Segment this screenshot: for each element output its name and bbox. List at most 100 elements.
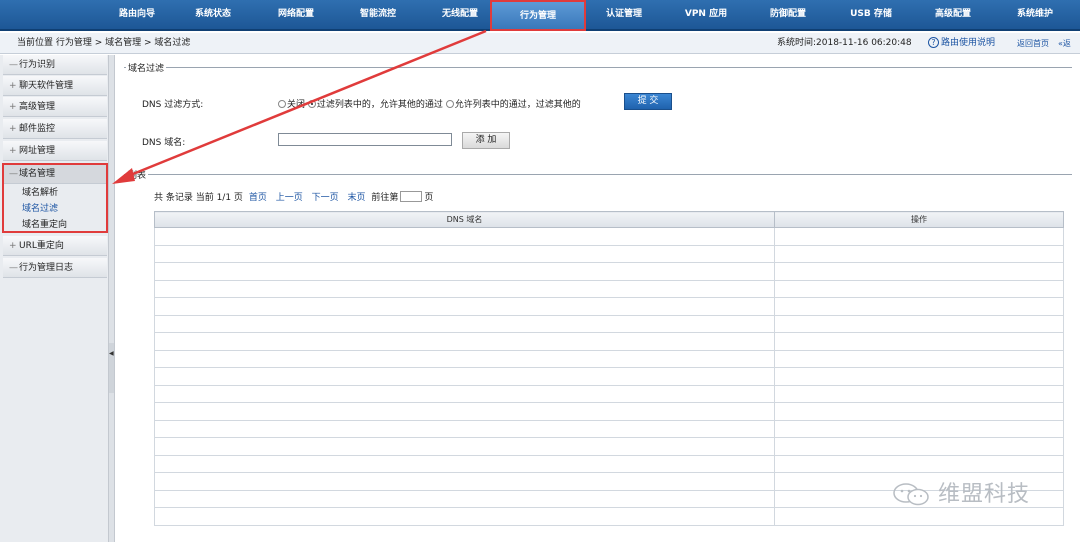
radio-whitelist-circle[interactable] (445, 100, 454, 108)
nav-item-network[interactable]: 网络配置 (254, 0, 338, 31)
watermark-text: 维盟科技 (938, 482, 1031, 507)
radio-blacklist-label: 过滤列表中的，允许其他的通过 (316, 100, 443, 110)
table-cell-dns (154, 454, 775, 473)
table-row (154, 227, 1064, 246)
table-cell-dns (154, 489, 775, 508)
collapse-arrow-icon[interactable]: ◀ (109, 350, 114, 357)
sidebar-group-label: 网址管理 (19, 146, 56, 156)
sidebar-group-url[interactable]: + 网址管理 (3, 141, 107, 161)
table-row (154, 262, 1064, 281)
table-cell-action (774, 314, 1064, 333)
submit-button[interactable]: 提 交 (624, 93, 672, 110)
table-cell-dns (154, 367, 775, 386)
radio-blacklist-circle[interactable] (307, 100, 316, 108)
back-link[interactable]: «返 (1058, 33, 1071, 54)
sidebar-group-log[interactable]: —行为管理日志 (3, 258, 107, 278)
radio-off-circle[interactable] (278, 100, 286, 108)
sidebar-group-chat[interactable]: + 聊天软件管理 (3, 76, 107, 96)
main-content: 域名过滤 DNS 过滤方式: 关闭 过滤列表中的，允许其他的通过 允许列表中的通… (116, 55, 1080, 542)
collapse-icon: — (9, 263, 18, 273)
add-button[interactable]: 添 加 (462, 132, 510, 149)
dns-mode-options: 关闭 过滤列表中的，允许其他的通过 允许列表中的通过，过滤其他的 (278, 97, 581, 110)
sidebar-group-label: 高级管理 (19, 102, 56, 112)
table-cell-action (774, 507, 1064, 526)
radio-off[interactable]: 关闭 (278, 100, 305, 110)
pager-goto-label: 前往第 (371, 193, 399, 203)
table-cell-action (774, 297, 1064, 316)
pager-first[interactable]: 首页 (249, 193, 267, 203)
sidebar-group-mail[interactable]: + 邮件监控 (3, 119, 107, 139)
nav-item-maintenance[interactable]: 系统维护 (993, 0, 1077, 31)
expand-icon: + (9, 81, 17, 91)
highlight-box (2, 163, 108, 233)
question-icon: ? (928, 37, 939, 48)
nav-item-auth[interactable]: 认证管理 (582, 0, 666, 31)
radio-whitelist-label: 允许列表中的通过，过滤其他的 (454, 100, 581, 110)
table-cell-action (774, 402, 1064, 421)
sidebar-group-label: 行为识别 (19, 60, 56, 70)
sidebar-group-advanced[interactable]: + 高级管理 (3, 97, 107, 117)
wechat-icon (893, 483, 929, 506)
expand-icon: + (9, 146, 17, 156)
sidebar-splitter[interactable]: ◀ (108, 55, 115, 542)
table-header-row: DNS 域名 操作 (154, 211, 1064, 228)
nav-item-flow[interactable]: 智能流控 (336, 0, 420, 31)
pager-page-input[interactable] (400, 191, 423, 202)
table-row (154, 279, 1064, 298)
table-cell-dns (154, 314, 775, 333)
list-legend: 列表 (126, 168, 149, 181)
nav-item-behavior[interactable]: 行为管理 (490, 0, 586, 31)
table-row (154, 332, 1064, 351)
table-cell-dns (154, 332, 775, 351)
pager-summary: 共 条记录 当前 1/1 页 (154, 193, 243, 203)
radio-whitelist[interactable]: 允许列表中的通过，过滤其他的 (445, 100, 581, 110)
back-link-label: 返 (1062, 39, 1071, 48)
nav-item-status[interactable]: 系统状态 (171, 0, 255, 31)
table-row (154, 349, 1064, 368)
table-cell-action (774, 367, 1064, 386)
table-cell-action (774, 279, 1064, 298)
sidebar-group-label: 邮件监控 (19, 124, 56, 134)
table-row (154, 454, 1064, 473)
breadcrumb-bar: 当前位置 行为管理 > 域名管理 > 域名过滤 系统时间:2018-11-16 … (0, 33, 1080, 54)
radio-blacklist[interactable]: 过滤列表中的，允许其他的通过 (307, 100, 443, 110)
filter-fieldset (124, 67, 1072, 167)
sidebar-group-label: URL重定向 (19, 241, 64, 251)
watermark: 维盟科技 (892, 476, 1030, 508)
nav-item-wizard[interactable]: 路由向导 (95, 0, 179, 31)
home-link[interactable]: 返回首页 (1017, 33, 1049, 54)
column-header-action: 操作 (774, 211, 1064, 228)
dns-domain-label: DNS 域名: (142, 138, 186, 148)
table-row (154, 384, 1064, 403)
table-cell-action (774, 332, 1064, 351)
expand-icon: + (9, 241, 17, 251)
table-row (154, 402, 1064, 421)
nav-item-defense[interactable]: 防御配置 (746, 0, 830, 31)
sidebar-group-url-redirect[interactable]: + URL重定向 (3, 236, 107, 256)
table-cell-dns (154, 227, 775, 246)
table-row (154, 437, 1064, 456)
help-link-label: 路由使用说明 (941, 38, 996, 48)
help-link[interactable]: ? 路由使用说明 (928, 33, 995, 54)
table-row (154, 419, 1064, 438)
nav-item-vpn[interactable]: VPN 应用 (664, 0, 748, 31)
table-cell-action (774, 349, 1064, 368)
dns-domain-input[interactable] (278, 133, 452, 146)
pager-next[interactable]: 下一页 (312, 193, 339, 203)
expand-icon: + (9, 102, 17, 112)
radio-off-label: 关闭 (287, 100, 306, 110)
table-row (154, 297, 1064, 316)
column-header-dns: DNS 域名 (154, 211, 775, 228)
sidebar-group-behavior-id[interactable]: —行为识别 (3, 55, 107, 75)
filter-legend: 域名过滤 (126, 61, 167, 74)
table-cell-action (774, 244, 1064, 263)
table-cell-action (774, 419, 1064, 438)
pager-prev[interactable]: 上一页 (276, 193, 303, 203)
sidebar-group-label: 行为管理日志 (19, 263, 74, 273)
table-row (154, 244, 1064, 263)
table-cell-action (774, 454, 1064, 473)
nav-item-usb[interactable]: USB 存储 (829, 0, 913, 31)
pager-last[interactable]: 末页 (347, 193, 365, 203)
nav-item-advanced[interactable]: 高级配置 (911, 0, 995, 31)
table-cell-dns (154, 437, 775, 456)
